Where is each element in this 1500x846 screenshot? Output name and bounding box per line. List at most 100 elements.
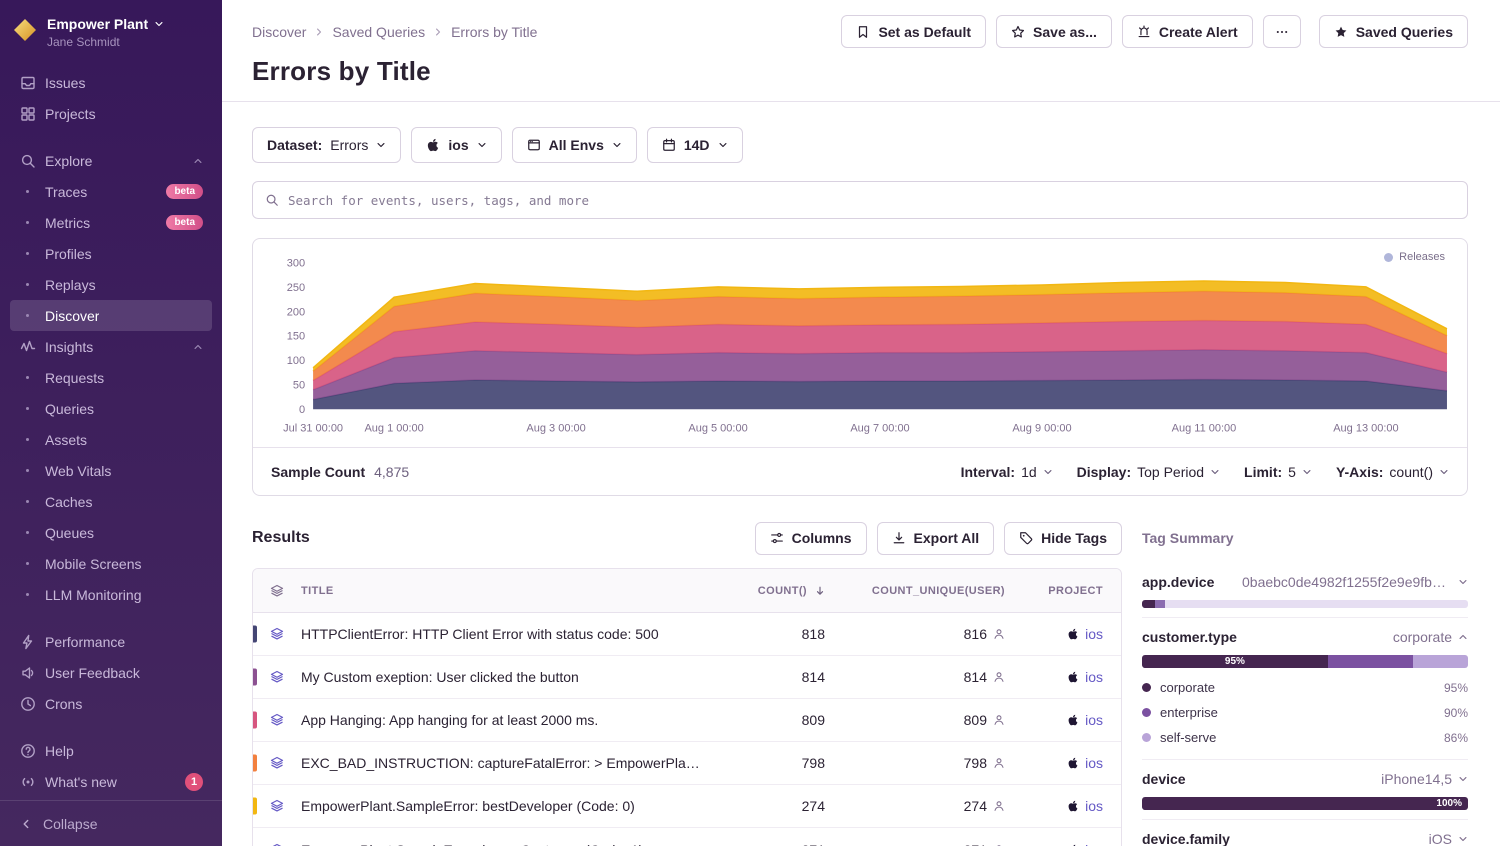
sidebar-item-crons[interactable]: Crons — [10, 688, 212, 719]
svg-text:Aug 7 00:00: Aug 7 00:00 — [850, 422, 909, 434]
alert-icon — [1137, 25, 1151, 39]
project-link[interactable]: ios — [1085, 669, 1103, 685]
chevron-up-icon — [1458, 632, 1468, 642]
dataset-filter[interactable]: Dataset: Errors — [252, 127, 401, 163]
sidebar-item-explore[interactable]: Explore — [10, 145, 212, 176]
sidebar-item-help[interactable]: Help — [10, 735, 212, 766]
sidebar-item-replays[interactable]: Replays — [10, 269, 212, 300]
project-link[interactable]: ios — [1085, 712, 1103, 728]
user-feedback-icon — [19, 665, 36, 681]
create-alert-button[interactable]: Create Alert — [1122, 15, 1253, 48]
table-row[interactable]: EmpowerPlant.SampleError: bestDeveloper … — [253, 785, 1121, 828]
count-unique-value: 814 — [964, 669, 987, 685]
page-title: Errors by Title — [252, 56, 1468, 87]
interval-select[interactable]: Interval: 1d — [961, 464, 1053, 480]
tag-header-device-family[interactable]: device.familyiOS — [1142, 825, 1468, 846]
project-filter[interactable]: ios — [411, 127, 501, 163]
project-link[interactable]: ios — [1085, 842, 1103, 846]
columns-button[interactable]: Columns — [755, 522, 867, 555]
event-title-link[interactable]: App Hanging: App hanging for at least 20… — [301, 712, 719, 728]
table-row[interactable]: EXC_BAD_INSTRUCTION: captureFatalError: … — [253, 742, 1121, 785]
sidebar-item-assets[interactable]: Assets — [10, 424, 212, 455]
sidebar-item-discover[interactable]: Discover — [10, 300, 212, 331]
search-input[interactable] — [288, 193, 1455, 208]
chart-legend[interactable]: Releases — [1384, 251, 1445, 263]
sidebar-item-queues[interactable]: Queues — [10, 517, 212, 548]
saved-queries-button[interactable]: Saved Queries — [1319, 15, 1468, 48]
page-header: Discover Saved Queries Errors by Title Set… — [222, 0, 1500, 102]
svg-text:250: 250 — [287, 282, 305, 294]
tag-legend-row[interactable]: enterprise90% — [1142, 700, 1468, 725]
sidebar-item-insights[interactable]: Insights — [10, 331, 212, 362]
sidebar-item-user-feedback[interactable]: User Feedback — [10, 657, 212, 688]
event-title-link[interactable]: EmpowerPlant.SampleError: happyCustomer … — [301, 842, 719, 846]
breadcrumb-item-errors-by-title[interactable]: Errors by Title — [451, 24, 537, 40]
event-title-link[interactable]: EmpowerPlant.SampleError: bestDeveloper … — [301, 798, 719, 814]
tag-legend-row[interactable]: corporate95% — [1142, 675, 1468, 700]
yaxis-select[interactable]: Y-Axis: count() — [1336, 464, 1449, 480]
sidebar-item-metrics[interactable]: Metricsbeta — [10, 207, 212, 238]
tag-value-name: corporate — [1160, 680, 1215, 695]
sidebar-item-requests[interactable]: Requests — [10, 362, 212, 393]
chevron-up-icon — [193, 156, 203, 166]
org-switcher[interactable]: Empower Plant Jane Schmidt — [0, 0, 222, 61]
project-link[interactable]: ios — [1085, 626, 1103, 642]
more-options-button[interactable] — [1263, 15, 1301, 48]
event-title-link[interactable]: My Custom exeption: User clicked the but… — [301, 669, 719, 685]
sidebar-item-profiles[interactable]: Profiles — [10, 238, 212, 269]
tag-key: app.device — [1142, 574, 1214, 590]
tag-header-customer-type[interactable]: customer.typecorporate — [1142, 623, 1468, 650]
tag-header-device[interactable]: deviceiPhone14,5 — [1142, 765, 1468, 792]
count-value: 798 — [719, 755, 829, 771]
results-table: TITLE COUNT() COUNT_UNIQUE(USER) PROJECT… — [252, 568, 1122, 846]
sidebar-item-mobile-screens[interactable]: Mobile Screens — [10, 548, 212, 579]
project-link[interactable]: ios — [1085, 755, 1103, 771]
tag-header-app-device[interactable]: app.device0baebc0de4982f1255f2e9e9fb7… — [1142, 568, 1468, 595]
table-row[interactable]: EmpowerPlant.SampleError: happyCustomer … — [253, 828, 1121, 846]
environment-filter[interactable]: All Envs — [512, 127, 637, 163]
sidebar-collapse-button[interactable]: Collapse — [0, 800, 222, 846]
sidebar-item-caches[interactable]: Caches — [10, 486, 212, 517]
sidebar-item-web-vitals[interactable]: Web Vitals — [10, 455, 212, 486]
table-row[interactable]: HTTPClientError: HTTP Client Error with … — [253, 613, 1121, 656]
export-all-button[interactable]: Export All — [877, 522, 995, 555]
sidebar-item-label: Help — [45, 743, 74, 759]
svg-text:200: 200 — [287, 306, 305, 318]
table-row[interactable]: App Hanging: App hanging for at least 20… — [253, 699, 1121, 742]
sidebar-item-performance[interactable]: Performance — [10, 626, 212, 657]
hide-tags-button[interactable]: Hide Tags — [1004, 522, 1122, 555]
column-count-unique[interactable]: COUNT_UNIQUE(USER) — [829, 585, 1009, 597]
svg-text:Aug 13 00:00: Aug 13 00:00 — [1333, 422, 1398, 434]
event-title-link[interactable]: HTTPClientError: HTTP Client Error with … — [301, 626, 719, 642]
save-as-button[interactable]: Save as... — [996, 15, 1112, 48]
count-value: 809 — [719, 712, 829, 728]
limit-select[interactable]: Limit: 5 — [1244, 464, 1312, 480]
sidebar-item-issues[interactable]: Issues — [10, 67, 212, 98]
table-row[interactable]: My Custom exeption: User clicked the but… — [253, 656, 1121, 699]
set-as-default-button[interactable]: Set as Default — [841, 15, 986, 48]
sidebar-nav: IssuesProjects ExploreTracesbetaMetricsbe… — [0, 61, 222, 797]
search-bar — [252, 181, 1468, 219]
project-link[interactable]: ios — [1085, 798, 1103, 814]
svg-text:150: 150 — [287, 331, 305, 343]
sidebar-item-projects[interactable]: Projects — [10, 98, 212, 129]
discover-chart: 050100150200250300Jul 31 00:00Aug 1 00:0… — [267, 249, 1453, 447]
event-title-link[interactable]: EXC_BAD_INSTRUCTION: captureFatalError: … — [301, 755, 719, 771]
sidebar-item-what-s-new[interactable]: What's new1 — [10, 766, 212, 797]
bullet-icon — [19, 376, 36, 379]
tag-legend-row[interactable]: self-serve86% — [1142, 725, 1468, 750]
breadcrumb-item-saved-queries[interactable]: Saved Queries — [332, 24, 425, 40]
sidebar-item-traces[interactable]: Tracesbeta — [10, 176, 212, 207]
sidebar-item-queries[interactable]: Queries — [10, 393, 212, 424]
column-title[interactable]: TITLE — [301, 585, 719, 597]
column-count[interactable]: COUNT() — [719, 585, 829, 597]
date-range-filter[interactable]: 14D — [647, 127, 743, 163]
display-select[interactable]: Display: Top Period — [1077, 464, 1220, 480]
tag-bar-segment — [1165, 600, 1468, 608]
chevron-down-icon — [1458, 577, 1468, 587]
tag-key: device.family — [1142, 831, 1230, 846]
environment-icon — [527, 138, 541, 152]
column-project[interactable]: PROJECT — [1009, 585, 1121, 597]
breadcrumb-item-discover[interactable]: Discover — [252, 24, 306, 40]
sidebar-item-llm-monitoring[interactable]: LLM Monitoring — [10, 579, 212, 610]
